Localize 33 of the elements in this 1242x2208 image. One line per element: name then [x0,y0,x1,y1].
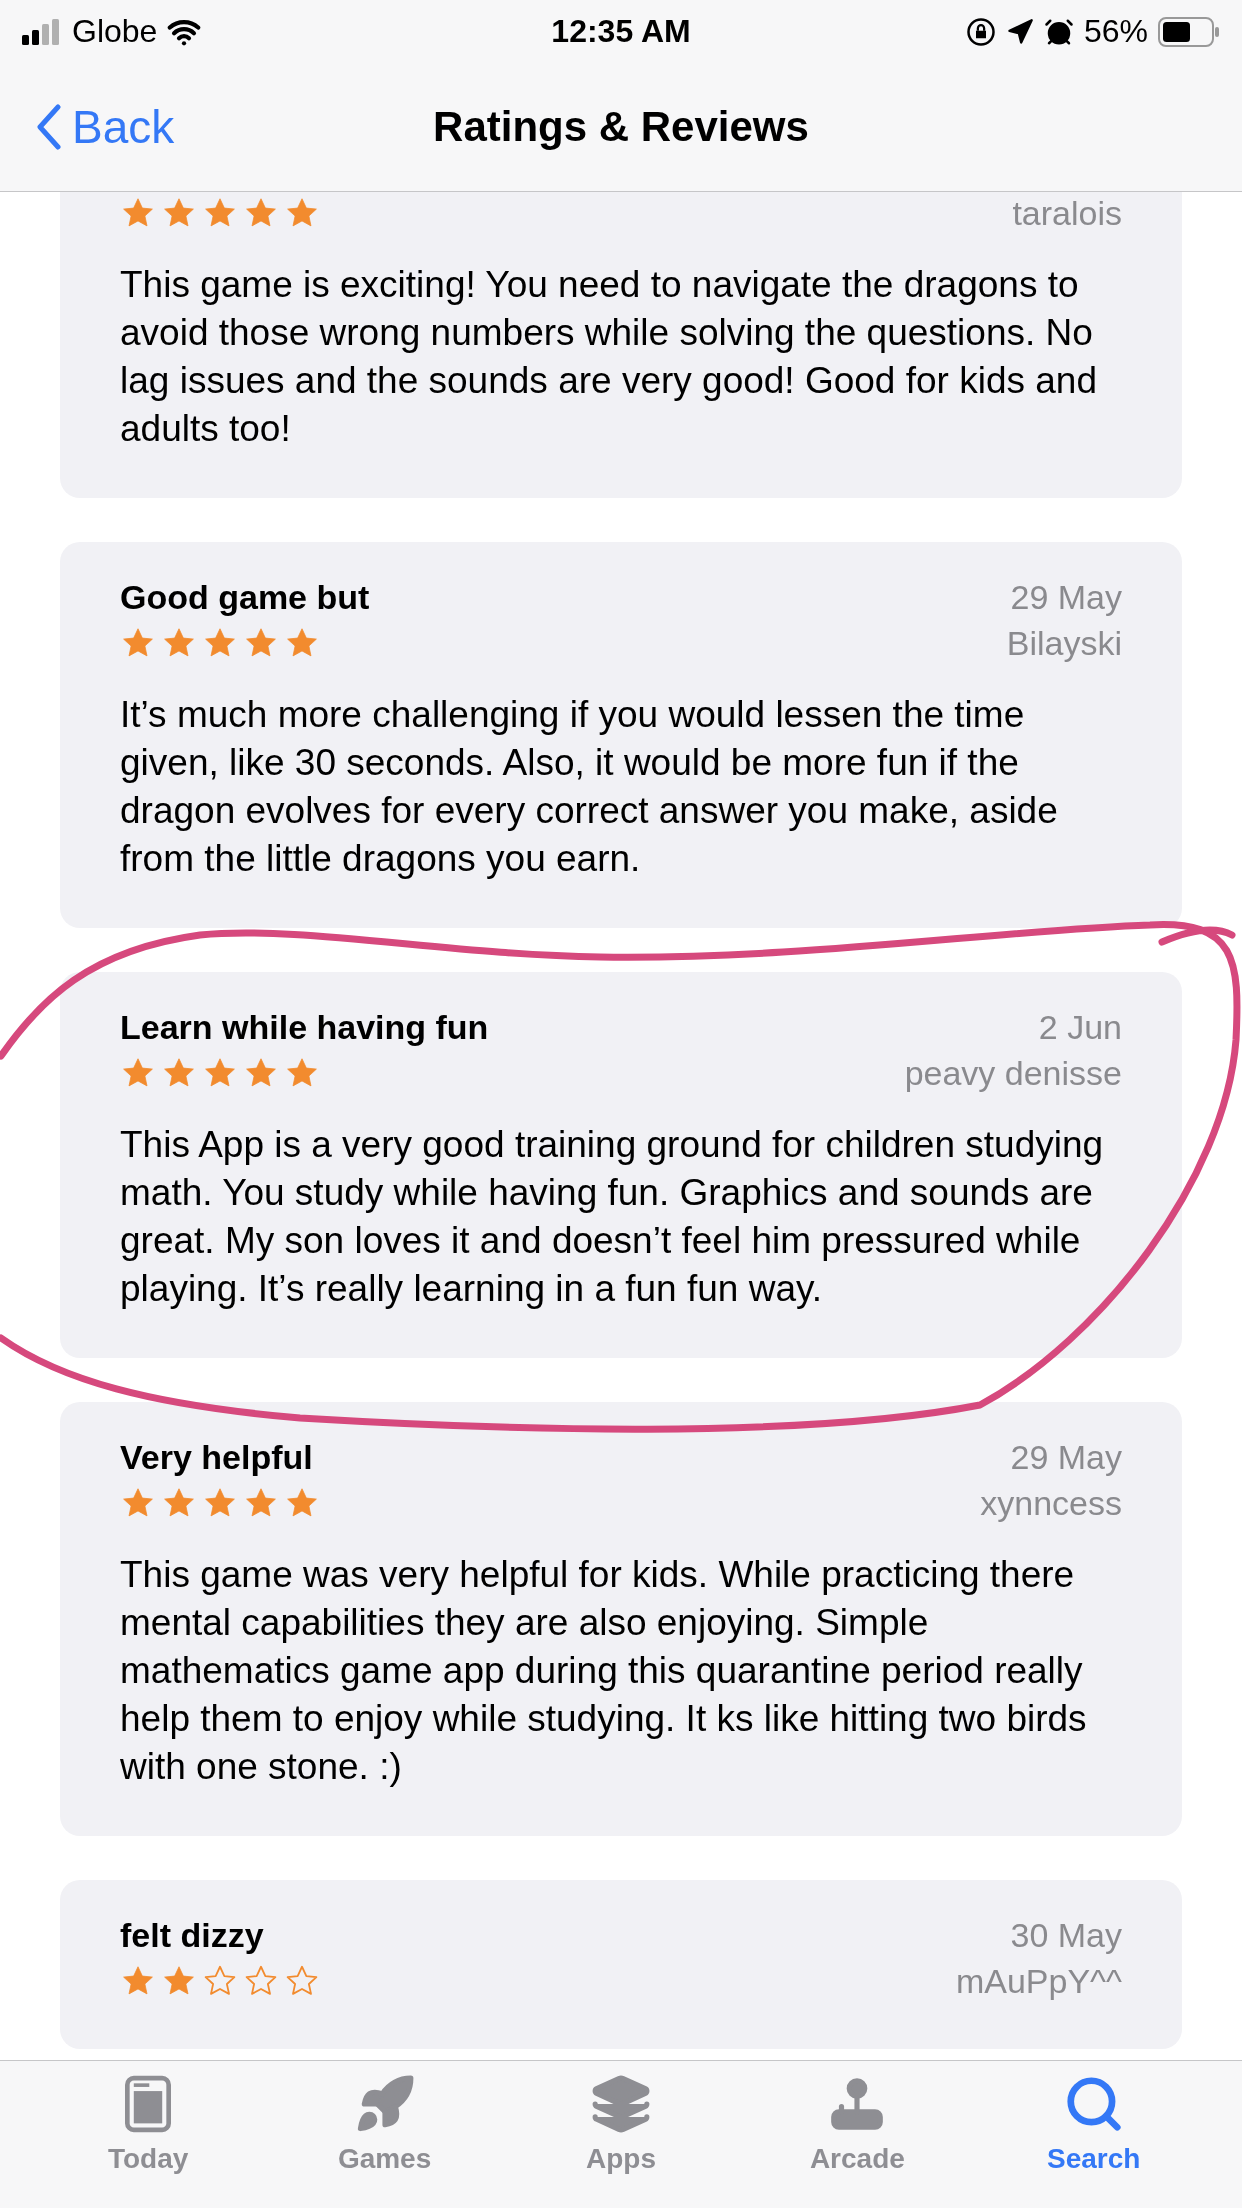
orientation-lock-icon [965,16,996,47]
review-author: taralois [1012,193,1122,234]
review-date: 2 Jun [1038,1007,1122,1048]
clock-time: 12:35 AM [551,13,691,50]
review-text: This game is exciting! You need to navigate the dragons to avoid those wrong numbers while solving the questions. No lag issues and the sounds are very good! Good for kids and adults too! [120,263,1098,451]
review-title: Very helpful [120,1437,313,1478]
signal-icon [22,18,62,45]
review-title: Learn while having fun [120,1007,489,1048]
review-date: 29 May [1010,1437,1122,1478]
location-icon [1005,17,1034,46]
review-date: 29 May [1010,577,1122,618]
review-title: Good game but [120,577,370,618]
battery-icon [1158,16,1220,47]
review-author: Bilayski [1006,623,1122,664]
review-title: felt dizzy [120,1915,264,1956]
review-date: 30 May [1010,1915,1122,1956]
tab-bar-item[interactable]: Arcade [767,2073,948,2175]
battery-percent: 56% [1083,13,1148,50]
page-title: Ratings & Reviews [433,103,809,151]
review-author: peavy denisse [904,1053,1122,1094]
review-text: It’s much more challenging if you would lessen the time given, like 30 seconds. Also, it would be more fun if the dragon evolves for every correct answer you make, aside from the little dragons you earn. [120,693,1059,881]
back-link[interactable]: Back [36,100,175,154]
review-author: xynncess [980,1483,1122,1524]
alarm-icon [1043,16,1074,47]
tab-bar-item[interactable]: Today [58,2073,239,2175]
chevron-icon [36,104,62,150]
carrier-name: Globe [72,13,158,50]
review-text: This game was very helpful for kids. While practicing there mental capabilities they are also enjoying. Simple mathematics game app during this quarantine period really help them to enjoy while studying. It ks like hitting two birds with one stone. :) [120,1553,1088,1789]
tab-bar-item[interactable]: Apps [530,2073,711,2175]
tab-bar-item[interactable]: Games [294,2073,475,2175]
review-text: This App is a very good training ground for children studying math. You study while having fun. Graphics and sounds are great. My son loves it and doesn’t feel him pressured while playing. It’s really learning in a fun fun way. [120,1123,1105,1311]
review-author: mAuPpY^^ [955,1961,1122,2002]
tab-bar-item[interactable]: Search [1003,2073,1184,2175]
